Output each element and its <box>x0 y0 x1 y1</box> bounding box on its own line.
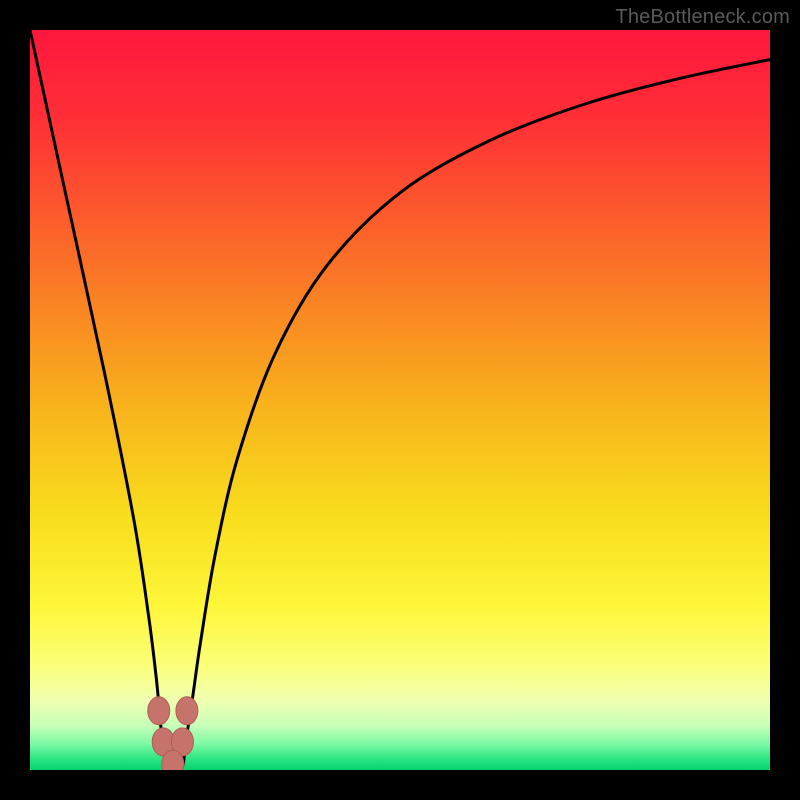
bottleneck-curve <box>30 30 770 769</box>
right-top-marker <box>176 697 198 725</box>
left-top-marker <box>148 697 170 725</box>
watermark-text: TheBottleneck.com <box>615 6 790 29</box>
plot-area <box>30 30 770 770</box>
chart-frame: TheBottleneck.com <box>0 0 800 800</box>
curve-layer <box>30 30 770 770</box>
minimum-markers <box>148 697 198 770</box>
